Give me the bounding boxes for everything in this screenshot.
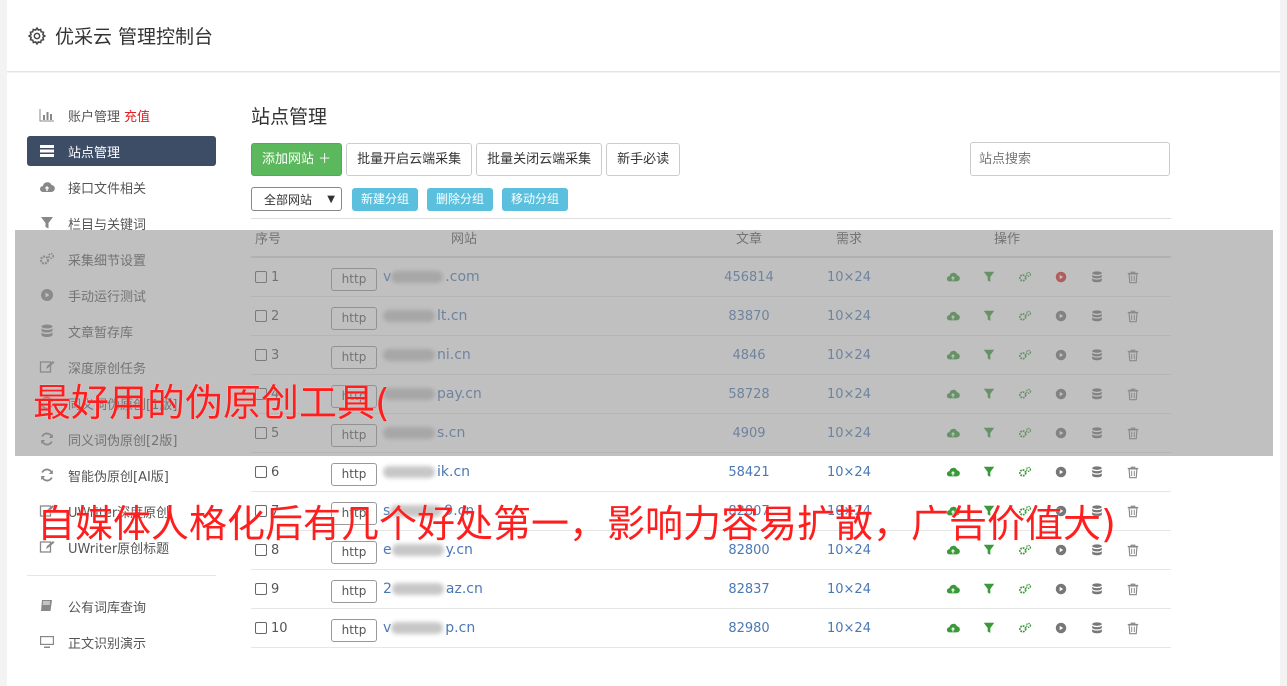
filter-icon[interactable]: [971, 582, 1007, 596]
page-title: 站点管理: [251, 106, 328, 128]
site-domain-link[interactable]: ik.cn: [383, 464, 470, 480]
row-site-cell: http ik.cn: [329, 459, 699, 486]
server-icon: [38, 144, 56, 158]
row-no-cell: 6: [251, 465, 329, 480]
cloud-upload-icon[interactable]: [935, 465, 971, 479]
monitor-icon: [38, 635, 56, 649]
top-header: 优采云 管理控制台: [7, 0, 1280, 72]
trash-icon[interactable]: [1115, 543, 1151, 557]
trash-icon[interactable]: [1115, 582, 1151, 596]
row-site-cell: http v p.cn: [329, 615, 699, 642]
cloud-upload-icon[interactable]: [935, 582, 971, 596]
redacted-blur: [391, 583, 444, 595]
redacted-blur: [391, 622, 444, 634]
filter-icon[interactable]: [971, 465, 1007, 479]
row-checkbox[interactable]: [255, 583, 267, 595]
domain-suffix: ik.cn: [437, 464, 471, 480]
row-ops: [899, 582, 1171, 596]
sidebar-item-items-2[interactable]: 接口文件相关: [27, 169, 216, 205]
toolbar: 添加网站 ＋ 批量开启云端采集 批量关闭云端采集 新手必读: [251, 142, 1171, 176]
site-domain-link[interactable]: 2 az.cn: [383, 581, 483, 597]
book-icon: [38, 599, 56, 613]
row-number: 6: [271, 464, 280, 480]
gears-icon[interactable]: [1007, 465, 1043, 479]
sidebar-item-items-0[interactable]: 账户管理 充值: [27, 97, 216, 133]
delete-group-button[interactable]: 删除分组: [427, 187, 494, 211]
move-group-button[interactable]: 移动分组: [502, 187, 569, 211]
article-count[interactable]: 82837: [699, 582, 799, 597]
sidebar-item-items-10[interactable]: 智能伪原创[AI版]: [27, 457, 216, 493]
protocol-badge: http: [331, 618, 377, 642]
sidebar-item-items-1[interactable]: 站点管理: [27, 136, 216, 166]
sidebar-item-label: 站点管理: [68, 145, 121, 161]
database-icon[interactable]: [1079, 582, 1115, 596]
row-no-cell: 9: [251, 582, 329, 597]
cloud-upload-icon[interactable]: [935, 621, 971, 635]
site-search-input[interactable]: [970, 142, 1170, 176]
cloud-upload-icon: [38, 180, 56, 194]
group-select[interactable]: 全部网站 ▼: [251, 187, 342, 211]
bar-chart-icon: [38, 108, 56, 122]
sidebar-item-label: 公有词库查询: [68, 600, 147, 616]
play-circle-icon[interactable]: [1043, 621, 1079, 635]
article-count[interactable]: 58421: [699, 465, 799, 480]
overlay-text-line1: 最好用的伪原创工具(: [33, 381, 390, 425]
overlay-text-line2: 自媒体人格化后有几个好处第一，影响力容易扩散，广告价值大): [37, 502, 1116, 546]
group-select-value: 全部网站: [264, 192, 313, 207]
play-circle-icon[interactable]: [1043, 582, 1079, 596]
domain-suffix: az.cn: [445, 581, 483, 597]
refresh-icon: [38, 468, 56, 482]
redacted-blur: [383, 466, 435, 478]
disable-cloud-button[interactable]: 批量关闭云端采集: [476, 142, 603, 176]
domain-prefix: v: [383, 620, 392, 636]
recharge-link[interactable]: 充值: [124, 106, 150, 125]
filter-icon[interactable]: [971, 621, 1007, 635]
guide-button[interactable]: 新手必读: [606, 142, 681, 176]
row-ops: [899, 621, 1171, 635]
database-icon[interactable]: [1079, 465, 1115, 479]
sidebar-item-items2-1[interactable]: 正文识别演示: [27, 624, 216, 660]
table-row: 9 http 2 az.cn 82837 10×24: [251, 570, 1171, 609]
sidebar-item-label: 智能伪原创[AI版]: [68, 469, 169, 485]
add-site-button[interactable]: 添加网站 ＋: [251, 142, 343, 176]
protocol-badge: http: [331, 579, 377, 603]
trash-icon[interactable]: [1115, 465, 1151, 479]
gears-icon[interactable]: [1007, 582, 1043, 596]
domain-prefix: 2: [383, 581, 392, 597]
trash-icon[interactable]: [1115, 504, 1151, 518]
row-checkbox[interactable]: [255, 622, 267, 634]
article-count[interactable]: 82980: [699, 621, 799, 636]
trash-icon[interactable]: [1115, 621, 1151, 635]
row-ops: [899, 465, 1171, 479]
sidebar-item-label: 正文识别演示: [68, 636, 147, 652]
group-toolbar: 全部网站 ▼ 新建分组 删除分组 移动分组: [251, 187, 1171, 211]
chevron-down-icon: ▼: [327, 193, 335, 205]
sidebar-item-label: 接口文件相关: [68, 181, 147, 197]
database-icon[interactable]: [1079, 621, 1115, 635]
domain-suffix: p.cn: [445, 620, 476, 636]
enable-cloud-button[interactable]: 批量开启云端采集: [346, 142, 473, 176]
console-title: 优采云 管理控制台: [55, 26, 214, 48]
table-row: 6 http ik.cn 58421 10×24: [251, 453, 1171, 492]
gears-icon[interactable]: [1007, 621, 1043, 635]
new-group-button[interactable]: 新建分组: [352, 187, 419, 211]
protocol-badge: http: [331, 462, 377, 486]
sidebar-divider: [27, 575, 216, 576]
row-checkbox[interactable]: [255, 466, 267, 478]
sidebar-item-items2-0[interactable]: 公有词库查询: [27, 588, 216, 624]
play-circle-icon[interactable]: [1043, 465, 1079, 479]
filter-icon: [38, 216, 56, 230]
demand-value[interactable]: 10×24: [799, 582, 899, 597]
table-row: 10 http v p.cn 82980 10×24: [251, 609, 1171, 648]
gear-icon: [27, 26, 47, 45]
site-domain-link[interactable]: v p.cn: [383, 620, 475, 636]
demand-value[interactable]: 10×24: [799, 621, 899, 636]
row-number: 9: [271, 581, 280, 597]
sidebar-item-label: 账户管理: [68, 109, 121, 125]
row-number: 10: [271, 620, 288, 636]
demand-value[interactable]: 10×24: [799, 465, 899, 480]
row-site-cell: http 2 az.cn: [329, 576, 699, 603]
row-no-cell: 10: [251, 621, 329, 636]
